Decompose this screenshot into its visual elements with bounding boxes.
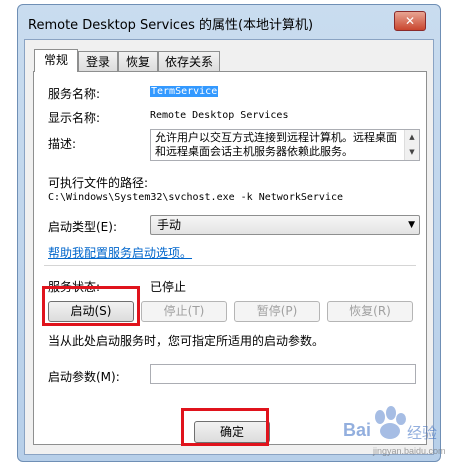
tab-general[interactable]: 常规 [34,49,78,72]
path-value: C:\Windows\System32\svchost.exe -k Netwo… [48,192,344,203]
description-label: 描述: [48,137,77,151]
display-name-label: 显示名称: [48,111,101,125]
pause-button[interactable]: 暂停(P) [234,301,320,322]
start-params-hint: 当从此处启动服务时，您可指定所适用的启动参数。 [48,334,325,348]
tab-dependencies[interactable]: 依存关系 [158,51,220,71]
watermark-brand: Bai [343,420,372,440]
dialog-body: 常规 登录 恢复 依存关系 服务名称: TermService 显示名称: Re… [24,39,434,455]
divider [44,265,416,266]
watermark-url: jingyan.baidu.com [373,446,446,456]
tab-logon[interactable]: 登录 [78,51,118,71]
stop-button[interactable]: 停止(T) [141,301,227,322]
startup-type-label: 启动类型(E): [48,220,117,234]
startup-type-value: 手动 [157,218,182,232]
service-status-value: 已停止 [150,280,187,294]
ok-button-highlight [181,408,269,446]
description-text: 允许用户以交互方式连接到远程计算机。远程桌面和远程桌面会话主机服务器依赖此服务。 [155,131,397,158]
scroll-down-icon[interactable]: ▼ [405,145,419,160]
display-name-value: Remote Desktop Services [150,110,289,121]
properties-dialog: Remote Desktop Services 的属性(本地计算机) ✕ 常规 … [17,4,441,462]
start-button-highlight [42,286,140,326]
chevron-down-icon: ▼ [408,220,415,230]
watermark-logo-word: 经验 [407,424,438,442]
baidu-watermark: Bai 经验 jingyan.baidu.com [303,396,449,460]
description-box[interactable]: 允许用户以交互方式连接到远程计算机。远程桌面和远程桌面会话主机服务器依赖此服务。… [150,129,420,161]
path-label: 可执行文件的路径: [48,176,149,190]
start-params-label: 启动参数(M): [48,370,120,384]
window-title: Remote Desktop Services 的属性(本地计算机) [28,18,314,33]
help-configure-link[interactable]: 帮助我配置服务启动选项。 [48,244,192,261]
startup-type-select[interactable]: 手动 ▼ [150,215,420,235]
service-name-label: 服务名称: [48,87,101,101]
service-name-value[interactable]: TermService [150,86,219,97]
scroll-up-icon[interactable]: ▲ [405,130,419,145]
close-button[interactable]: ✕ [394,11,426,31]
start-params-input[interactable] [150,364,416,384]
resume-button[interactable]: 恢复(R) [327,301,413,322]
description-scrollbar[interactable]: ▲ ▼ [404,130,419,160]
tab-recovery[interactable]: 恢复 [118,51,158,71]
general-panel: 服务名称: TermService 显示名称: Remote Desktop S… [33,71,427,445]
